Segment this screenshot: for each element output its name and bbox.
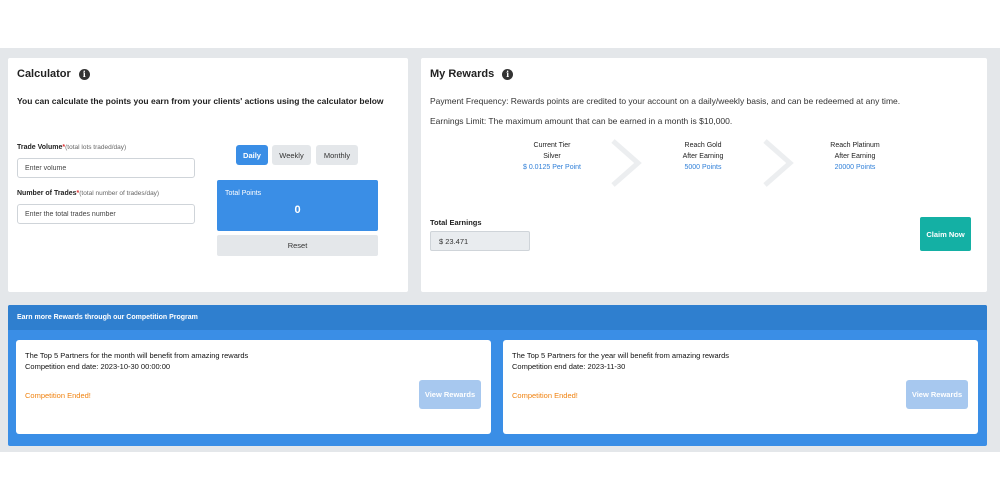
tier-current: Current Tier Silver $ 0.0125 Per Point	[497, 140, 607, 173]
view-rewards-button[interactable]: View Rewards	[419, 380, 481, 409]
competition-card-year: The Top 5 Partners for the year will ben…	[503, 340, 978, 434]
total-earnings-label: Total Earnings	[430, 218, 482, 227]
tier-current-heading: Current Tier	[533, 142, 571, 149]
competition-end-date: Competition end date: 2023-11-30	[512, 362, 626, 371]
tier-platinum-points: 20000 Points	[834, 164, 876, 171]
competition-title: The Top 5 Partners for the month will be…	[25, 351, 249, 360]
total-points-value: 0	[294, 204, 301, 216]
tier-gold-points: 5000 Points	[684, 164, 722, 171]
competition-card-month: The Top 5 Partners for the month will be…	[16, 340, 491, 434]
trade-volume-input[interactable]	[17, 158, 195, 178]
trade-volume-label: Trade Volume*(total lots traded/day)	[17, 144, 127, 151]
calculator-title: Calculator i	[17, 68, 90, 80]
claim-now-button[interactable]: Claim Now	[920, 217, 971, 251]
competition-header: Earn more Rewards through our Competitio…	[8, 305, 987, 330]
calculator-description: You can calculate the points you earn fr…	[17, 96, 384, 106]
my-rewards-card: My Rewards i Payment Frequency: Rewards …	[421, 58, 987, 292]
tier-platinum-condition: After Earning	[834, 153, 876, 160]
period-monthly-button[interactable]: Monthly	[316, 145, 358, 165]
earnings-limit-text: Earnings Limit: The maximum amount that …	[430, 116, 733, 126]
tier-platinum-heading: Reach Platinum	[830, 142, 880, 149]
tier-gold: Reach Gold After Earning 5000 Points	[648, 140, 758, 173]
num-trades-input[interactable]	[17, 204, 195, 224]
competition-title: The Top 5 Partners for the year will ben…	[512, 351, 730, 360]
tier-platinum: Reach Platinum After Earning 20000 Point…	[800, 140, 910, 173]
competition-section: Earn more Rewards through our Competitio…	[8, 305, 987, 446]
calculator-card: Calculator i You can calculate the point…	[8, 58, 408, 292]
rewards-title: My Rewards i	[430, 68, 514, 80]
period-weekly-button[interactable]: Weekly	[272, 145, 311, 165]
view-rewards-button[interactable]: View Rewards	[906, 380, 968, 409]
info-icon[interactable]: i	[78, 68, 90, 80]
total-points-label: Total Points	[225, 190, 262, 197]
period-daily-button[interactable]: Daily	[236, 145, 268, 165]
tier-gold-condition: After Earning	[682, 153, 724, 160]
total-points-box: Total Points 0	[217, 180, 378, 231]
chevron-right-icon	[763, 139, 794, 187]
competition-status: Competition Ended!	[512, 391, 578, 400]
payment-frequency-text: Payment Frequency: Rewards points are cr…	[430, 96, 901, 106]
tier-current-rate: $ 0.0125 Per Point	[523, 164, 581, 171]
reset-button[interactable]: Reset	[217, 235, 378, 256]
competition-end-date: Competition end date: 2023-10-30 00:00:0…	[25, 362, 171, 371]
tier-current-name: Silver	[543, 153, 561, 160]
rewards-title-text: My Rewards	[430, 68, 495, 80]
num-trades-label: Number of Trades*(total number of trades…	[17, 190, 160, 197]
total-earnings-value: $ 23.471	[430, 231, 530, 251]
info-icon[interactable]: i	[502, 68, 514, 80]
competition-status: Competition Ended!	[25, 391, 91, 400]
calculator-title-text: Calculator	[17, 68, 71, 80]
tier-gold-heading: Reach Gold	[684, 142, 722, 149]
chevron-right-icon	[611, 139, 642, 187]
